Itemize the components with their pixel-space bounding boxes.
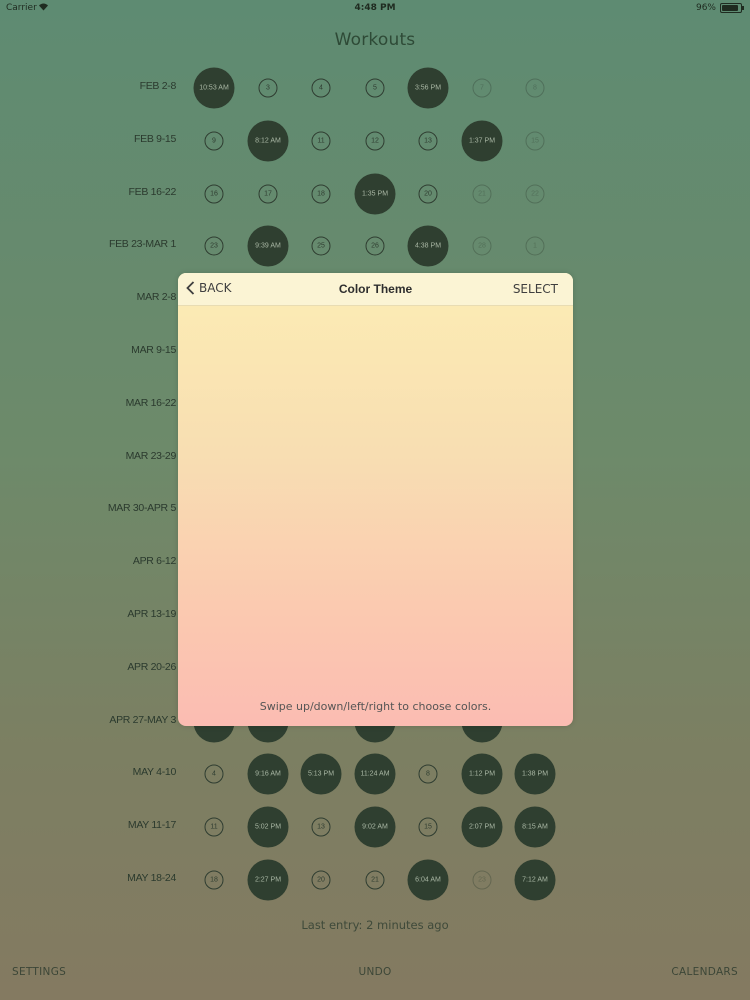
week-label: FEB 2-8	[139, 80, 177, 92]
workout-day[interactable]: 1:38 PM	[514, 753, 556, 795]
calendar-day[interactable]: 18	[311, 184, 331, 204]
calendar-day[interactable]: 12	[365, 131, 385, 151]
calendar-day[interactable]: 4	[204, 764, 224, 784]
swipe-hint: Swipe up/down/left/right to choose color…	[259, 700, 492, 713]
week-label: MAR 23-29	[125, 449, 177, 462]
calendar-day[interactable]: 16	[204, 184, 224, 204]
last-entry-text: Last entry: 2 minutes ago	[301, 918, 449, 932]
calendar-day[interactable]: 20	[418, 184, 438, 204]
week-label: APR 13-19	[127, 607, 176, 620]
calendar-day[interactable]: 28	[472, 236, 492, 256]
calendar-day[interactable]: 15	[418, 817, 438, 837]
calendar-day[interactable]: 7	[472, 78, 492, 98]
page-title: Workouts	[334, 30, 416, 50]
battery-icon	[720, 3, 744, 13]
workout-day[interactable]: 6:04 AM	[407, 859, 449, 901]
calendar-day[interactable]: 21	[472, 184, 492, 204]
calendar-day[interactable]: 1	[525, 236, 545, 256]
workout-day[interactable]: 2:07 PM	[461, 806, 503, 848]
week-label: APR 6-12	[132, 555, 176, 568]
week-row: MAY 4-10 4 9:16 AM 5:13 PM 11:24 AM 8 1:12 PM 1…	[0, 748, 750, 801]
week-label: MAY 4-10	[132, 766, 177, 779]
week-label: FEB 9-15	[134, 132, 176, 145]
calendar-day[interactable]: 11	[204, 817, 224, 837]
week-label: APR 27-MAY 3	[109, 713, 176, 726]
week-row: MAY 18-24 18 2:27 PM 20 21 6:04 AM 23 7:12 AM	[0, 854, 750, 907]
calendar-day[interactable]: 20	[311, 870, 331, 890]
week-label: MAR 30-APR 5	[107, 502, 176, 515]
workout-day[interactable]: 1:12 PM	[461, 753, 503, 795]
calendar-day[interactable]: 15	[525, 131, 545, 151]
workout-day[interactable]: 11:24 AM	[354, 753, 396, 795]
status-bar: Carrier 4:48 PM 96%	[0, 0, 750, 18]
calendar-day[interactable]: 13	[418, 131, 438, 151]
calendar-day[interactable]: 23	[204, 236, 224, 256]
workout-day[interactable]: 8:12 AM	[247, 120, 289, 162]
calendar-day[interactable]: 17	[258, 184, 278, 204]
calendar-day[interactable]: 25	[311, 236, 331, 256]
calendar-day[interactable]: 5	[365, 78, 385, 98]
calendar-day[interactable]: 3	[258, 78, 278, 98]
calendar-day[interactable]: 4	[311, 78, 331, 98]
calendar-day[interactable]: 22	[525, 184, 545, 204]
workout-day[interactable]: 8:15 AM	[514, 806, 556, 848]
workout-day[interactable]: 3:56 PM	[407, 67, 449, 109]
battery-percent: 96%	[695, 3, 716, 13]
workout-day[interactable]: 1:35 PM	[354, 173, 396, 215]
week-label: MAR 2-8	[136, 291, 177, 304]
workout-day[interactable]: 5:02 PM	[247, 806, 289, 848]
workout-day[interactable]: 4:38 PM	[407, 225, 449, 267]
calendar-day[interactable]: 9	[204, 131, 224, 151]
color-theme-dialog[interactable]: BACK Color Theme SELECT Swipe up/down/le…	[178, 273, 573, 726]
calendar-day[interactable]: 13	[311, 817, 331, 837]
week-label: FEB 23-MAR 1	[108, 238, 176, 251]
week-row: FEB 16-22 16 17 18 1:35 PM 20 21 22	[0, 168, 750, 221]
week-label: MAY 11-17	[127, 819, 176, 832]
workout-day[interactable]: 10:53 AM	[193, 67, 235, 109]
week-row: FEB 9-15 9 8:12 AM 11 12 13 1:37 PM 15	[0, 115, 750, 168]
calendar-day[interactable]: 8	[418, 764, 438, 784]
week-label: MAR 16-22	[125, 396, 177, 409]
calendar-day[interactable]: 26	[365, 236, 385, 256]
calendar-day[interactable]: 21	[365, 870, 385, 890]
select-button[interactable]: SELECT	[513, 282, 558, 296]
workout-day[interactable]: 7:12 AM	[514, 859, 556, 901]
calendar-day[interactable]: 18	[204, 870, 224, 890]
undo-button[interactable]: UNDO	[0, 966, 750, 978]
week-row: FEB 23-MAR 1 23 9:39 AM 25 26 4:38 PM 28 1	[0, 220, 750, 273]
week-row: FEB 2-8 10:53 AM 3 4 5 3:56 PM 7 8	[0, 62, 750, 115]
calendar-day[interactable]: 11	[311, 131, 331, 151]
workout-day[interactable]: 9:39 AM	[247, 225, 289, 267]
calendars-button[interactable]: CALENDARS	[671, 966, 738, 978]
workout-day[interactable]: 1:37 PM	[461, 120, 503, 162]
workout-day[interactable]: 2:27 PM	[247, 859, 289, 901]
week-label: FEB 16-22	[128, 185, 177, 198]
workout-day[interactable]: 9:02 AM	[354, 806, 396, 848]
calendar-day[interactable]: 8	[525, 78, 545, 98]
status-time: 4:48 PM	[354, 3, 396, 13]
week-row: MAY 11-17 11 5:02 PM 13 9:02 AM 15 2:07 PM 8:15…	[0, 801, 750, 854]
week-label: MAY 18-24	[127, 871, 176, 884]
bottom-toolbar: SETTINGS UNDO CALENDARS	[0, 966, 750, 982]
week-label: MAR 9-15	[131, 343, 176, 356]
dialog-header: BACK Color Theme SELECT	[178, 273, 573, 306]
workout-day[interactable]: 5:13 PM	[300, 753, 342, 795]
workout-day[interactable]: 9:16 AM	[247, 753, 289, 795]
calendar-day[interactable]: 23	[472, 870, 492, 890]
week-label: APR 20-26	[127, 660, 176, 673]
